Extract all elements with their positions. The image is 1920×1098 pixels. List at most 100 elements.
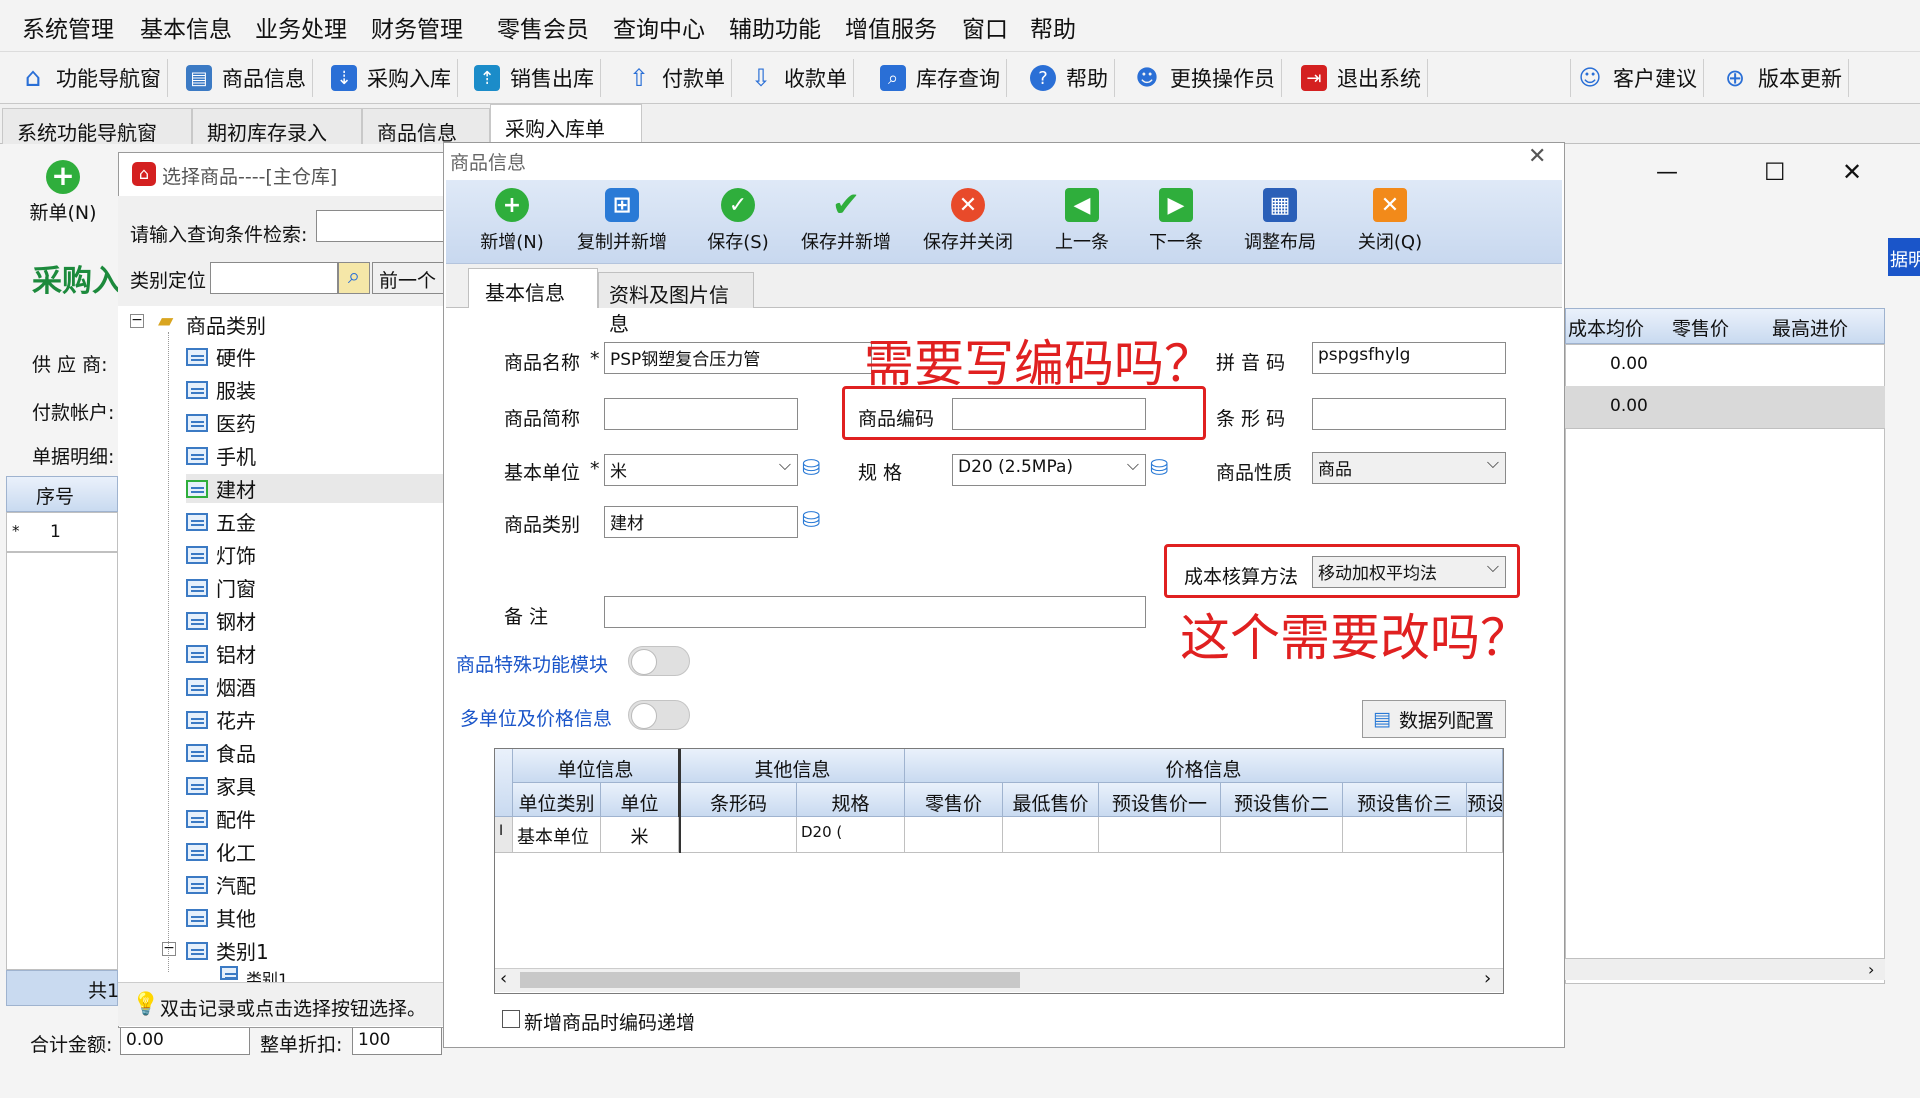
- new-doc-button[interactable]: + 新单(N): [8, 150, 118, 234]
- col-min-price[interactable]: 最低售价: [1003, 783, 1099, 817]
- new-button[interactable]: + 新增(N): [462, 188, 562, 260]
- menu-retail[interactable]: 零售会员: [497, 10, 589, 44]
- tree-item[interactable]: 其他: [186, 903, 256, 932]
- detail-row[interactable]: [6, 512, 118, 552]
- tab-basic[interactable]: 基本信息: [468, 268, 598, 308]
- category-input[interactable]: [210, 262, 338, 294]
- barcode-input[interactable]: [1312, 398, 1506, 430]
- col-preset-2[interactable]: 预设售价二: [1221, 783, 1343, 817]
- book-icon[interactable]: ⛁: [1150, 456, 1168, 481]
- sum-field[interactable]: 0.00: [120, 1027, 250, 1055]
- save-button[interactable]: ✓ 保存(S): [688, 188, 788, 260]
- dialog-close-icon[interactable]: ✕: [1528, 144, 1546, 169]
- cell-unit-type[interactable]: 基本单位: [513, 817, 601, 853]
- menu-business[interactable]: 业务处理: [255, 10, 347, 44]
- cell-barcode[interactable]: [681, 817, 797, 853]
- col-barcode[interactable]: 条形码: [681, 783, 797, 817]
- col-preset-3[interactable]: 预设售价三: [1343, 783, 1467, 817]
- category-field[interactable]: 建材: [604, 506, 798, 538]
- tree-item[interactable]: 五金: [186, 507, 256, 536]
- menu-aux[interactable]: 辅助功能: [729, 10, 821, 44]
- locate-search-icon[interactable]: ⌕: [338, 262, 370, 294]
- menu-value-added[interactable]: 增值服务: [845, 10, 937, 44]
- purchase-in-button[interactable]: ⇣ 采购入库: [325, 59, 458, 97]
- menu-help[interactable]: 帮助: [1030, 10, 1076, 44]
- menu-system[interactable]: 系统管理: [22, 10, 114, 44]
- feedback-button[interactable]: ☺ 客户建议: [1570, 59, 1704, 97]
- tree-item[interactable]: 烟酒: [186, 672, 256, 701]
- cell-preset-3[interactable]: [1343, 817, 1467, 853]
- tree-item[interactable]: 灯饰: [186, 540, 256, 569]
- book-icon[interactable]: ⛁: [802, 456, 820, 481]
- menu-window[interactable]: 窗口: [962, 10, 1008, 44]
- tree-item[interactable]: 铝材: [186, 639, 256, 668]
- tree-item[interactable]: 门窗: [186, 573, 256, 602]
- tree-item[interactable]: 硬件: [186, 342, 256, 371]
- col-unit[interactable]: 单位: [601, 783, 679, 817]
- cell-preset-more[interactable]: [1467, 817, 1503, 853]
- bg-maximize-icon[interactable]: ☐: [1764, 158, 1786, 186]
- short-name-input[interactable]: [604, 398, 798, 430]
- goods-info-button[interactable]: ▤ 商品信息: [180, 59, 313, 97]
- receipt-button[interactable]: ⇩ 收款单: [742, 59, 854, 97]
- bg-close-icon[interactable]: ✕: [1842, 158, 1862, 186]
- nav-window-button[interactable]: ⌂ 功能导航窗: [14, 59, 168, 97]
- scroll-left-icon[interactable]: ‹: [500, 968, 507, 989]
- update-button[interactable]: ⊕ 版本更新: [1716, 59, 1849, 97]
- exit-button[interactable]: ⇥ 退出系统: [1295, 59, 1428, 97]
- switch-operator-button[interactable]: ☻ 更换操作员: [1128, 59, 1282, 97]
- tree-collapse-icon[interactable]: −: [162, 941, 176, 956]
- tree-item[interactable]: 化工: [186, 837, 256, 866]
- nature-select[interactable]: 商品: [1312, 452, 1506, 484]
- cell-retail-price[interactable]: [905, 817, 1003, 853]
- multi-unit-toggle[interactable]: [628, 700, 690, 730]
- cell-min-price[interactable]: [1003, 817, 1099, 853]
- tab-purchase-order[interactable]: 采购入库单: [490, 104, 642, 144]
- help-button[interactable]: ? 帮助: [1024, 59, 1115, 97]
- sales-out-button[interactable]: ⇡ 销售出库: [468, 59, 601, 97]
- grid-scroll-thumb[interactable]: [520, 972, 1020, 988]
- special-module-toggle[interactable]: [628, 646, 690, 676]
- search-input[interactable]: [316, 210, 446, 242]
- auto-code-checkbox[interactable]: [502, 1010, 520, 1028]
- prev-button[interactable]: 前一个: [372, 262, 448, 294]
- col-unit-type[interactable]: 单位类别: [513, 783, 601, 817]
- col-retail-price[interactable]: 零售价: [905, 783, 1003, 817]
- tree-item[interactable]: 配件: [186, 804, 256, 833]
- unit-select[interactable]: 米: [604, 454, 798, 486]
- scroll-right-icon[interactable]: ›: [1484, 968, 1491, 989]
- tab-nav-window[interactable]: 系统功能导航窗: [2, 108, 192, 145]
- tree-item[interactable]: 钢材: [186, 606, 256, 635]
- stock-query-button[interactable]: ⌕ 库存查询: [874, 59, 1007, 97]
- tree-item[interactable]: 食品: [186, 738, 256, 767]
- tree-item[interactable]: 类别1: [186, 936, 269, 965]
- cell-preset-1[interactable]: [1099, 817, 1221, 853]
- cell-unit[interactable]: 米: [601, 817, 679, 853]
- tree-collapse-icon[interactable]: −: [130, 313, 144, 328]
- save-new-button[interactable]: ✔ 保存并新增: [796, 185, 896, 260]
- right-scrollbar[interactable]: [1565, 958, 1885, 980]
- scroll-right-icon[interactable]: ›: [1868, 960, 1874, 979]
- tree-item[interactable]: 花卉: [186, 705, 256, 734]
- discount-field[interactable]: 100: [352, 1027, 442, 1055]
- close-button[interactable]: ✕ 关闭(Q): [1340, 188, 1440, 260]
- prev-record-button[interactable]: ◀ 上一条: [1032, 188, 1132, 260]
- cell-spec[interactable]: D20 (: [797, 817, 905, 853]
- next-record-button[interactable]: ▶ 下一条: [1126, 188, 1226, 260]
- tree-item[interactable]: 手机: [186, 441, 256, 470]
- tab-images[interactable]: 资料及图片信息: [598, 272, 754, 336]
- col-preset-more[interactable]: 预设: [1467, 783, 1503, 817]
- tree-item[interactable]: 汽配: [186, 870, 256, 899]
- name-input[interactable]: PSP钢塑复合压力管: [604, 342, 872, 374]
- tab-goods-info[interactable]: 商品信息: [362, 108, 490, 145]
- menu-basic[interactable]: 基本信息: [140, 10, 232, 44]
- tree-root[interactable]: 商品类别: [186, 310, 266, 339]
- layout-button[interactable]: ▦ 调整布局: [1230, 188, 1330, 260]
- remark-input[interactable]: [604, 596, 1146, 628]
- tab-opening-stock[interactable]: 期初库存录入: [192, 108, 362, 145]
- book-icon[interactable]: ⛁: [802, 508, 820, 533]
- tree-item[interactable]: 服装: [186, 375, 256, 404]
- menu-query[interactable]: 查询中心: [613, 10, 705, 44]
- copy-new-button[interactable]: ⊞ 复制并新增: [572, 188, 672, 260]
- spec-select[interactable]: D20 (2.5MPa): [952, 454, 1146, 486]
